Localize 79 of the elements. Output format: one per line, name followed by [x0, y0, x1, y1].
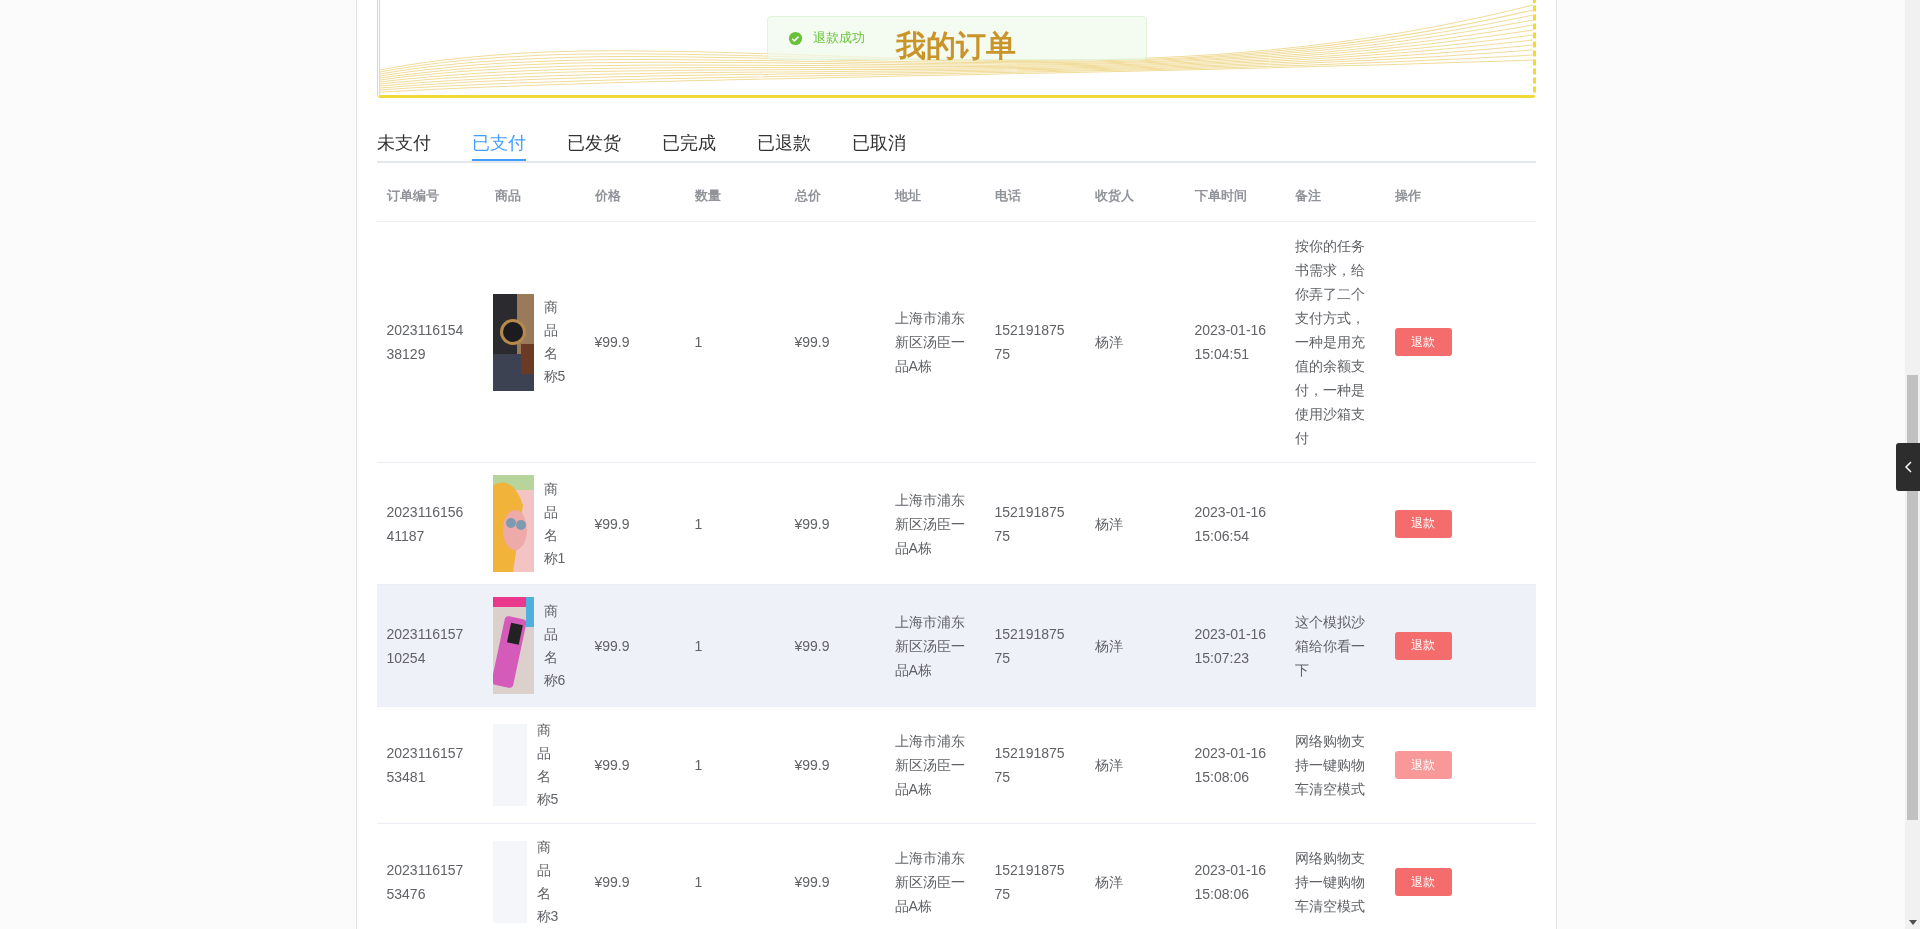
side-panel-toggle[interactable]: [1896, 443, 1920, 491]
quantity: 1: [694, 333, 703, 352]
phone-number: 15219187575: [994, 321, 1066, 364]
order-time: 2023-01-16 15:04:51: [1194, 321, 1268, 364]
address: 上海市浦东新区汤臣一品A栋: [894, 309, 966, 376]
price: ¥99.9: [594, 756, 630, 775]
order-time: 2023-01-16 15:08:06: [1194, 744, 1268, 787]
column-header: 订单编号: [376, 171, 485, 222]
price: ¥99.9: [594, 636, 630, 656]
refund-button[interactable]: 退款: [1394, 509, 1452, 538]
total-price: ¥99.9: [794, 873, 830, 892]
check-circle-icon: [787, 30, 803, 46]
tab[interactable]: 已支付: [471, 128, 526, 161]
order-note: 网络购物支持一键购物车清空模式: [1294, 849, 1366, 916]
column-header: 操作: [1384, 171, 1536, 222]
phone-number: 15219187575: [994, 861, 1066, 904]
tab[interactable]: 未支付: [376, 128, 431, 161]
column-header: 下单时间: [1184, 171, 1285, 222]
product-name: 商品名称3: [536, 838, 559, 926]
quantity: 1: [694, 873, 703, 892]
receiver-name: 杨洋: [1094, 756, 1123, 775]
total-price: ¥99.9: [794, 756, 830, 775]
order-note: 这个模拟沙箱给你看一下: [1294, 612, 1366, 680]
column-header: 价格: [584, 171, 685, 222]
tab[interactable]: 已完成: [661, 128, 716, 161]
address: 上海市浦东新区汤臣一品A栋: [894, 612, 966, 680]
order-number: 202311615753476: [386, 861, 465, 904]
product-name: 商品名称5: [536, 721, 559, 809]
phone-number: 15219187575: [994, 624, 1066, 668]
scroll-down-icon[interactable]: [1909, 920, 1917, 925]
quantity: 1: [694, 756, 703, 775]
product-name: 商品名称1: [543, 479, 566, 568]
order-time: 2023-01-16 15:06:54: [1194, 502, 1268, 546]
address: 上海市浦东新区汤臣一品A栋: [894, 732, 966, 799]
chevron-left-icon: [1904, 461, 1912, 473]
receiver-name: 杨洋: [1094, 873, 1123, 892]
order-number: 202311615438129: [386, 321, 465, 364]
column-header: 数量: [684, 171, 785, 222]
scrollbar-thumb[interactable]: [1907, 375, 1918, 820]
order-note: 按你的任务书需求，给你弄了二个支付方式，一种是用充值的余额支付，一种是使用沙箱支付: [1294, 237, 1366, 448]
receiver-name: 杨洋: [1094, 333, 1123, 352]
column-header: 电话: [984, 171, 1085, 222]
refund-button[interactable]: 退款: [1394, 328, 1452, 356]
scrollbar[interactable]: [1905, 0, 1920, 929]
toast-text: 退款成功: [812, 29, 865, 47]
order-note: 网络购物支持一键购物车清空模式: [1294, 732, 1366, 799]
column-header: 商品: [484, 171, 585, 222]
total-price: ¥99.9: [794, 636, 830, 656]
order-time: 2023-01-16 15:07:23: [1194, 624, 1268, 668]
tab[interactable]: 已退款: [756, 128, 811, 161]
phone-number: 15219187575: [994, 744, 1066, 787]
price: ¥99.9: [594, 873, 630, 892]
order-number: 202311615753481: [386, 744, 465, 787]
quantity: 1: [694, 514, 703, 534]
tab[interactable]: 已取消: [851, 128, 906, 161]
total-price: ¥99.9: [794, 514, 830, 534]
total-price: ¥99.9: [794, 333, 830, 352]
tab[interactable]: 已发货: [566, 128, 621, 161]
refund-button[interactable]: 退款: [1394, 631, 1452, 660]
column-header: 地址: [884, 171, 985, 222]
address: 上海市浦东新区汤臣一品A栋: [894, 490, 966, 558]
refund-button[interactable]: 退款: [1394, 868, 1452, 896]
column-header: 收货人: [1084, 171, 1185, 222]
order-number: 202311615710254: [386, 624, 465, 668]
price: ¥99.9: [594, 514, 630, 534]
product-name: 商品名称5: [543, 298, 566, 386]
refund-button[interactable]: 退款: [1394, 751, 1452, 779]
receiver-name: 杨洋: [1094, 514, 1123, 534]
order-time: 2023-01-16 15:08:06: [1194, 861, 1268, 904]
phone-number: 15219187575: [994, 502, 1066, 546]
receiver-name: 杨洋: [1094, 636, 1123, 656]
column-header: 总价: [784, 171, 885, 222]
column-header: 备注: [1284, 171, 1385, 222]
quantity: 1: [694, 636, 703, 656]
page-title: 我的订单: [896, 28, 1016, 64]
order-number: 202311615641187: [386, 502, 465, 546]
address: 上海市浦东新区汤臣一品A栋: [894, 849, 966, 916]
price: ¥99.9: [594, 333, 630, 352]
product-name: 商品名称6: [543, 601, 566, 690]
